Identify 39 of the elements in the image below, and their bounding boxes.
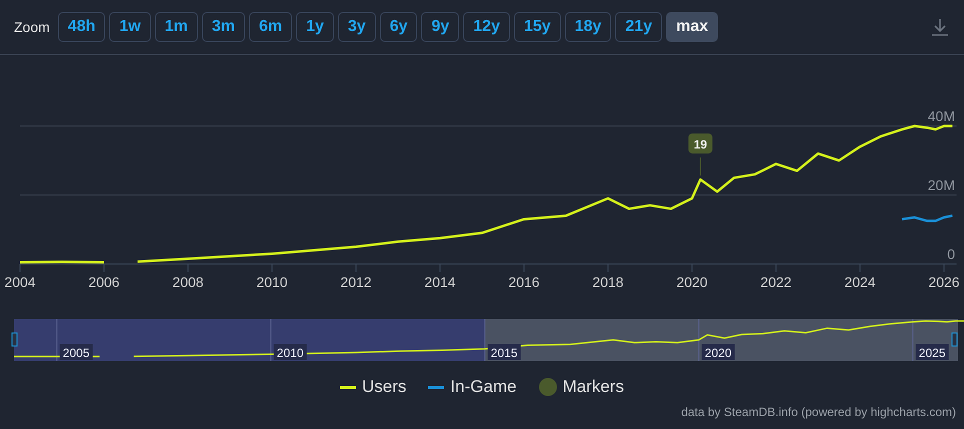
range-button[interactable]: 1m xyxy=(154,12,198,42)
legend-item[interactable]: Markers xyxy=(538,377,624,397)
x-axis-label: 2010 xyxy=(256,274,288,290)
x-axis-label: 2004 xyxy=(4,274,36,290)
range-button[interactable]: 21y xyxy=(615,12,662,42)
annotation: 19 xyxy=(694,137,708,152)
x-axis-label: 2012 xyxy=(340,274,372,290)
range-button[interactable]: 12y xyxy=(463,12,510,42)
range-button[interactable]: 9y xyxy=(421,12,460,42)
range-button[interactable]: 6m xyxy=(248,12,292,42)
legend-dot-icon xyxy=(538,378,557,396)
navigator[interactable]: 2005 2010 2015 2020 2025 xyxy=(0,317,964,363)
x-axis-label: 2006 xyxy=(88,274,120,290)
x-axis-label: 2024 xyxy=(844,274,876,290)
range-button[interactable]: 18y xyxy=(564,12,612,42)
range-button[interactable]: 3y xyxy=(338,12,376,42)
legend-item[interactable]: Users xyxy=(340,377,406,397)
range-button[interactable]: 1y xyxy=(296,12,334,42)
x-axis-label: 2016 xyxy=(508,274,540,290)
zoom-label: Zoom xyxy=(14,19,50,35)
range-button[interactable]: 3m xyxy=(202,12,245,42)
range-button[interactable]: 48h xyxy=(58,12,106,42)
credits[interactable]: data by SteamDB.info (powered by highcharts.com) xyxy=(681,405,956,419)
marker-flag[interactable]: 19 xyxy=(688,133,712,176)
legend-item[interactable]: In-Game xyxy=(428,377,517,397)
x-axis-label: 2022 xyxy=(760,274,792,290)
y-axis-label: 40M xyxy=(928,108,955,124)
x-axis-label: 2026 xyxy=(928,274,960,290)
download-icon[interactable] xyxy=(930,17,950,37)
range-button[interactable]: max xyxy=(666,12,718,42)
x-axis-label: 2008 xyxy=(172,274,204,290)
range-button[interactable]: 6y xyxy=(380,12,418,42)
y-axis-label: 20M xyxy=(928,177,955,193)
range-button[interactable]: 1w xyxy=(109,12,151,42)
y-axis-label: 0 xyxy=(947,246,955,262)
x-axis-label: 2014 xyxy=(424,274,456,290)
x-axis-label: 2020 xyxy=(676,274,708,290)
x-axis-label: 2018 xyxy=(592,274,624,290)
range-button[interactable]: 15y xyxy=(514,12,561,42)
